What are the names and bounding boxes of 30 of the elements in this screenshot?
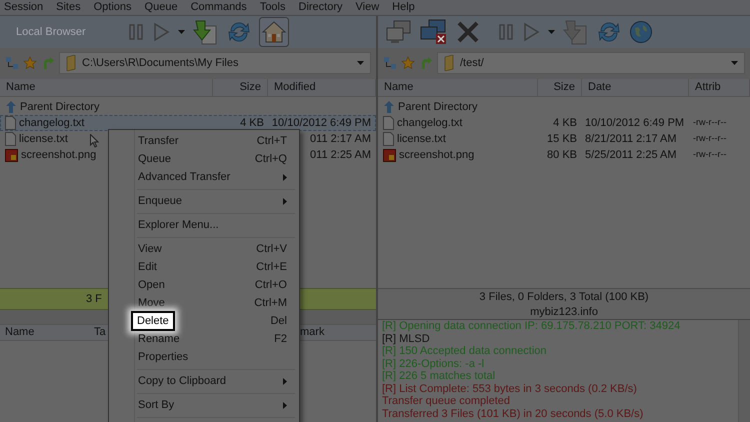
table-cell-text: -rw-r--r-- bbox=[693, 148, 726, 162]
host-label: mybiz123.info bbox=[378, 305, 750, 320]
log-line: [R] List Complete: 553 bytes in 3 seconds (0.2 KB/s) bbox=[382, 382, 638, 395]
log-line: [R] 150 Accepted data connection bbox=[382, 345, 548, 358]
shortcut-label: Ctrl+T bbox=[256, 134, 287, 149]
table-cell-text: -rw-r--r-- bbox=[693, 132, 726, 146]
table-cell-text: 15 KB bbox=[547, 132, 577, 147]
table-cell-text: 8/21/2011 2:17 AM bbox=[585, 132, 677, 147]
table-cell-text: 011 2:25 AM bbox=[310, 148, 371, 163]
table-cell-text: 10/10/2012 6:49 PM bbox=[585, 116, 684, 131]
shortcut-label: Ctrl+Q bbox=[254, 152, 287, 167]
log-line: [R] 226 5 matches total bbox=[382, 370, 496, 382]
log-line: Transferred 3 Files (101 KB) in 20 seconds (5.0 KB/s) bbox=[382, 408, 644, 420]
log-line: [R] 226-Options: -a -l bbox=[382, 358, 486, 370]
table-cell-text: 011 2:17 AM bbox=[310, 132, 371, 147]
table-cell-text: -rw-r--r-- bbox=[693, 116, 726, 130]
shortcut-label: F2 bbox=[274, 332, 287, 347]
shortcut-label: Ctrl+E bbox=[256, 260, 287, 275]
table-cell-text: 4 KB bbox=[240, 116, 264, 131]
log-line: Transfer queue completed bbox=[382, 395, 511, 408]
table-cell-text: 5/25/2011 2:25 AM bbox=[585, 148, 677, 163]
log-line: [R] Opening data connection IP: 69.175.78.210 PORT: 34924 bbox=[382, 320, 682, 332]
table-cell-text: 80 KB bbox=[547, 148, 577, 163]
table-cell-text: 4 KB bbox=[553, 116, 577, 131]
shortcut-label: Ctrl+V bbox=[256, 242, 287, 257]
shortcut-label: Del bbox=[270, 314, 287, 329]
table-cell-text: 10/10/2012 6:49 PM bbox=[272, 116, 371, 131]
log-line: [R] MLSD bbox=[382, 332, 431, 345]
status-bar: 3 Files, 0 Folders, 3 Total (100 KB) bbox=[378, 288, 750, 305]
shortcut-label: Ctrl+M bbox=[254, 296, 287, 311]
